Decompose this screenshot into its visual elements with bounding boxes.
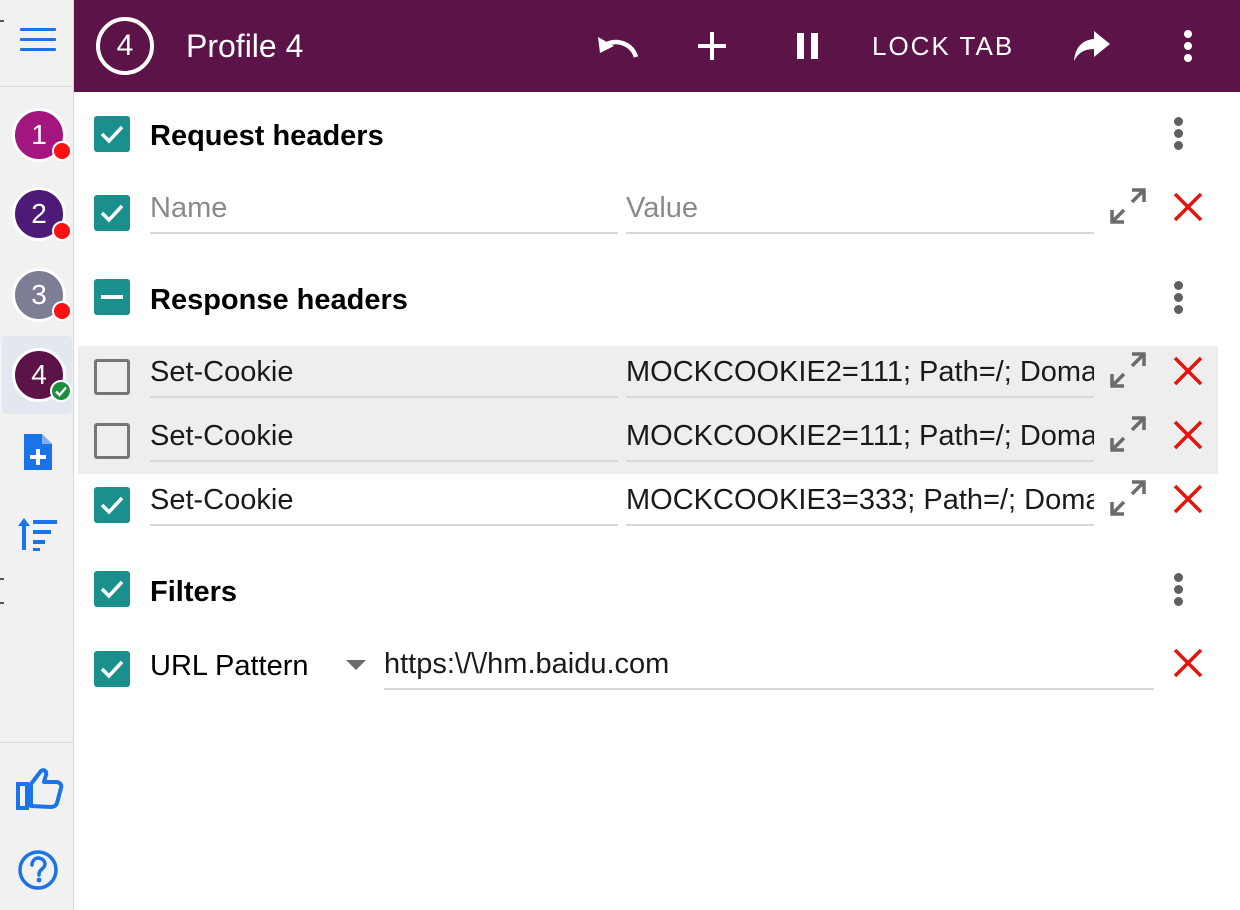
- sidebar-divider: [0, 742, 73, 743]
- pause-icon[interactable]: [784, 23, 832, 69]
- response-header-row-checkbox[interactable]: [94, 423, 130, 459]
- filters-title: Filters: [150, 576, 238, 608]
- delete-icon[interactable]: [1172, 191, 1204, 223]
- stray-mark: [0, 578, 4, 580]
- expand-icon[interactable]: [1108, 350, 1148, 390]
- sidebar-profile-1[interactable]: 1: [2, 96, 72, 174]
- sort-icon[interactable]: [16, 512, 60, 556]
- response-header-value-input[interactable]: MOCKCOOKIE3=333; Path=/; Domain=baidu.co…: [626, 476, 1094, 526]
- active-check-icon: [50, 380, 72, 402]
- page-title: Profile 4: [186, 28, 304, 64]
- more-vert-icon[interactable]: [1176, 23, 1200, 69]
- undo-icon[interactable]: [590, 23, 646, 69]
- response-header-value-input[interactable]: MOCKCOOKIE2=111; Path=/; Domain=baidu.co…: [626, 412, 1094, 462]
- url-pattern-input[interactable]: https:\/\/hm.baidu.com: [384, 640, 1154, 690]
- request-headers-title: Request headers: [150, 120, 384, 152]
- response-headers-title: Response headers: [150, 284, 408, 316]
- error-status-dot: [52, 141, 72, 161]
- response-headers-more-icon[interactable]: [1168, 278, 1188, 318]
- stray-mark: [0, 20, 4, 22]
- expand-icon[interactable]: [1108, 478, 1148, 518]
- sidebar-profile-3[interactable]: 3: [2, 256, 72, 334]
- delete-icon[interactable]: [1172, 419, 1204, 451]
- request-header-value-input[interactable]: Value: [626, 184, 1094, 234]
- stray-mark: [0, 602, 4, 604]
- top-bar: 4 Profile 4 LOCK TAB: [74, 0, 1240, 92]
- add-profile-icon[interactable]: [16, 430, 60, 474]
- response-header-row-checkbox[interactable]: [94, 487, 130, 523]
- delete-icon[interactable]: [1172, 483, 1204, 515]
- request-headers-checkbox[interactable]: [94, 116, 130, 152]
- expand-icon[interactable]: [1108, 414, 1148, 454]
- response-header-name-input[interactable]: Set-Cookie: [150, 348, 618, 398]
- expand-icon[interactable]: [1108, 186, 1148, 226]
- response-header-row-checkbox[interactable]: [94, 359, 130, 395]
- request-header-row-checkbox[interactable]: [94, 195, 130, 231]
- error-status-dot: [52, 301, 72, 321]
- filters-checkbox[interactable]: [94, 571, 130, 607]
- error-status-dot: [52, 221, 72, 241]
- response-header-name-input[interactable]: Set-Cookie: [150, 476, 618, 526]
- lock-tab-button[interactable]: LOCK TAB: [872, 26, 1014, 66]
- sidebar-divider: [0, 86, 73, 87]
- sidebar: 1 2 3 4: [0, 0, 74, 910]
- sidebar-profile-4[interactable]: 4: [2, 336, 72, 414]
- request-header-name-input[interactable]: Name: [150, 184, 618, 234]
- response-header-value-input[interactable]: MOCKCOOKIE2=111; Path=/; Domain=baidu.co…: [626, 348, 1094, 398]
- menu-icon[interactable]: [14, 22, 62, 58]
- filter-row-checkbox[interactable]: [94, 651, 130, 687]
- response-headers-checkbox[interactable]: [94, 279, 130, 315]
- profile-number-badge: 4: [96, 17, 154, 75]
- chevron-down-icon[interactable]: [346, 660, 366, 670]
- sidebar-profile-2[interactable]: 2: [2, 175, 72, 253]
- share-icon[interactable]: [1068, 23, 1116, 69]
- delete-icon[interactable]: [1172, 355, 1204, 387]
- filter-type-select[interactable]: URL Pattern: [150, 646, 309, 686]
- help-icon[interactable]: [16, 848, 60, 892]
- response-header-name-input[interactable]: Set-Cookie: [150, 412, 618, 462]
- add-icon[interactable]: [688, 23, 736, 69]
- thumbs-up-icon[interactable]: [16, 766, 64, 810]
- filters-more-icon[interactable]: [1168, 570, 1188, 610]
- request-headers-more-icon[interactable]: [1168, 114, 1188, 154]
- delete-icon[interactable]: [1172, 647, 1204, 679]
